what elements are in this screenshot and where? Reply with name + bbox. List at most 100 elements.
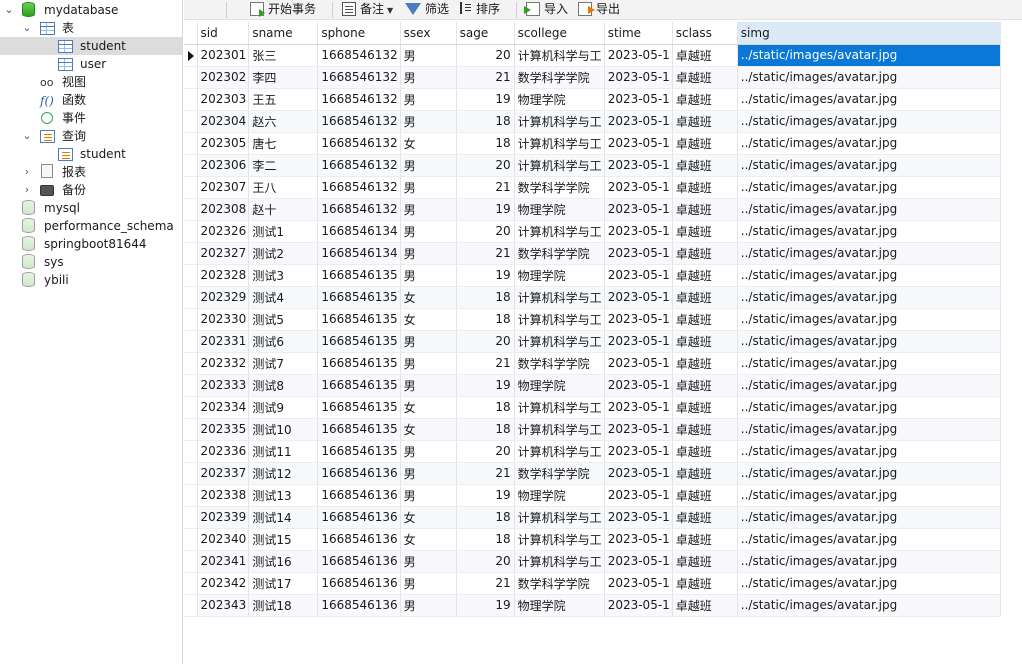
cell-scollege[interactable]: 计算机科学与工 <box>514 550 605 573</box>
cell-simg[interactable]: ../static/images/avatar.jpg <box>737 88 1001 111</box>
cell-sid[interactable]: 202337 <box>197 462 250 485</box>
row-indicator[interactable] <box>184 440 198 463</box>
cell-ssex[interactable]: 男 <box>400 462 457 485</box>
row-indicator[interactable] <box>184 242 198 265</box>
table-row[interactable]: 202338 测试13 1668546136 男 19 物理学院 2023-05-1 卓越班.… <box>184 484 1001 507</box>
row-indicator[interactable] <box>184 330 198 353</box>
cell-sname[interactable]: 测试3 <box>248 264 319 287</box>
tree-group-backups[interactable]: › 备份 <box>0 181 182 199</box>
cell-sphone[interactable]: 1668546135 <box>317 308 401 331</box>
cell-sage[interactable]: 19 <box>456 264 515 287</box>
row-indicator[interactable] <box>184 176 198 199</box>
row-indicator[interactable] <box>184 220 198 243</box>
cell-stime[interactable]: 2023-05-1 <box>604 110 673 133</box>
cell-simg[interactable]: ../static/images/avatar.jpg <box>737 66 1001 89</box>
row-indicator[interactable] <box>184 308 198 331</box>
cell-sphone[interactable]: 1668546135 <box>317 264 401 287</box>
cell-sphone[interactable]: 1668546136 <box>317 572 401 595</box>
cell-sage[interactable]: 20 <box>456 44 515 67</box>
table-row[interactable]: 202333 测试8 1668546135 男 19 物理学院 2023-05-1 卓越班..… <box>184 374 1001 397</box>
cell-stime[interactable]: 2023-05-1 <box>604 198 673 221</box>
cell-ssex[interactable]: 男 <box>400 176 457 199</box>
column-header-ssex[interactable]: ssex <box>400 22 457 45</box>
cell-sclass[interactable]: 卓越班 <box>672 154 738 177</box>
cell-scollege[interactable]: 数学科学学院 <box>514 242 605 265</box>
cell-scollege[interactable]: 物理学院 <box>514 374 605 397</box>
cell-scollege[interactable]: 计算机科学与工 <box>514 440 605 463</box>
cell-stime[interactable]: 2023-05-1 <box>604 506 673 529</box>
cell-sphone[interactable]: 1668546135 <box>317 418 401 441</box>
cell-simg[interactable]: ../static/images/avatar.jpg <box>737 154 1001 177</box>
column-header-sphone[interactable]: sphone <box>317 22 401 45</box>
cell-ssex[interactable]: 女 <box>400 528 457 551</box>
cell-sclass[interactable]: 卓越班 <box>672 462 738 485</box>
cell-sid[interactable]: 202308 <box>197 198 250 221</box>
tree-group-events[interactable]: 事件 <box>0 109 182 127</box>
cell-stime[interactable]: 2023-05-1 <box>604 220 673 243</box>
table-row[interactable]: 202332 测试7 1668546135 男 21 数学科学学院 2023-05-1 卓越班… <box>184 352 1001 375</box>
cell-simg[interactable]: ../static/images/avatar.jpg <box>737 308 1001 331</box>
cell-sname[interactable]: 测试6 <box>248 330 319 353</box>
cell-sphone[interactable]: 1668546135 <box>317 440 401 463</box>
cell-sphone[interactable]: 1668546132 <box>317 132 401 155</box>
cell-sname[interactable]: 测试2 <box>248 242 319 265</box>
cell-sname[interactable]: 测试9 <box>248 396 319 419</box>
import-button[interactable]: 导入 <box>524 0 568 20</box>
cell-stime[interactable]: 2023-05-1 <box>604 242 673 265</box>
cell-stime[interactable]: 2023-05-1 <box>604 550 673 573</box>
cell-simg[interactable]: ../static/images/avatar.jpg <box>737 572 1001 595</box>
cell-ssex[interactable]: 男 <box>400 572 457 595</box>
cell-sclass[interactable]: 卓越班 <box>672 66 738 89</box>
cell-sage[interactable]: 21 <box>456 572 515 595</box>
cell-sclass[interactable]: 卓越班 <box>672 308 738 331</box>
cell-ssex[interactable]: 男 <box>400 352 457 375</box>
row-indicator[interactable] <box>184 484 198 507</box>
cell-sage[interactable]: 20 <box>456 440 515 463</box>
cell-stime[interactable]: 2023-05-1 <box>604 572 673 595</box>
tree-db-sys[interactable]: sys <box>0 253 182 271</box>
cell-simg[interactable]: ../static/images/avatar.jpg <box>737 396 1001 419</box>
cell-simg[interactable]: ../static/images/avatar.jpg <box>737 176 1001 199</box>
cell-sclass[interactable]: 卓越班 <box>672 374 738 397</box>
table-row[interactable]: 202341 测试16 1668546136 男 20 计算机科学与工 2023-05-1 卓… <box>184 550 1001 573</box>
cell-simg[interactable]: ../static/images/avatar.jpg <box>737 110 1001 133</box>
table-row[interactable]: 202305 唐七 1668546132 女 18 计算机科学与工 2023-05-1 卓越班… <box>184 132 1001 155</box>
cell-sname[interactable]: 测试1 <box>248 220 319 243</box>
tree-db-ybili[interactable]: ybili <box>0 271 182 289</box>
tree-group-queries[interactable]: ⌄ 查询 <box>0 127 182 145</box>
table-row[interactable]: 202329 测试4 1668546135 女 18 计算机科学与工 2023-05-1 卓越… <box>184 286 1001 309</box>
cell-stime[interactable]: 2023-05-1 <box>604 352 673 375</box>
cell-sname[interactable]: 测试13 <box>248 484 319 507</box>
row-indicator[interactable] <box>184 506 198 529</box>
cell-sage[interactable]: 18 <box>456 418 515 441</box>
cell-stime[interactable]: 2023-05-1 <box>604 66 673 89</box>
cell-sid[interactable]: 202304 <box>197 110 250 133</box>
cell-sid[interactable]: 202326 <box>197 220 250 243</box>
row-indicator[interactable] <box>184 154 198 177</box>
cell-simg[interactable]: ../static/images/avatar.jpg <box>737 506 1001 529</box>
cell-simg[interactable]: ../static/images/avatar.jpg <box>737 440 1001 463</box>
collapse-arrow-icon[interactable]: ⌄ <box>21 127 33 145</box>
cell-stime[interactable]: 2023-05-1 <box>604 176 673 199</box>
data-grid[interactable]: sid sname sphone ssex sage scollege stime sclas… <box>184 22 1001 617</box>
row-indicator[interactable] <box>184 528 198 551</box>
cell-sid[interactable]: 202331 <box>197 330 250 353</box>
cell-stime[interactable]: 2023-05-1 <box>604 286 673 309</box>
cell-sage[interactable]: 19 <box>456 198 515 221</box>
cell-stime[interactable]: 2023-05-1 <box>604 528 673 551</box>
cell-sage[interactable]: 18 <box>456 308 515 331</box>
cell-simg[interactable]: ../static/images/avatar.jpg <box>737 374 1001 397</box>
cell-sage[interactable]: 21 <box>456 66 515 89</box>
cell-scollege[interactable]: 计算机科学与工 <box>514 110 605 133</box>
cell-sage[interactable]: 21 <box>456 462 515 485</box>
cell-simg[interactable]: ../static/images/avatar.jpg <box>737 286 1001 309</box>
cell-scollege[interactable]: 计算机科学与工 <box>514 506 605 529</box>
table-row[interactable]: 202308 赵十 1668546132 男 19 物理学院 2023-05-1 卓越班 ../… <box>184 198 1001 221</box>
cell-scollege[interactable]: 计算机科学与工 <box>514 396 605 419</box>
cell-sname[interactable]: 张三 <box>248 44 319 67</box>
table-row[interactable]: 202304 赵六 1668546132 男 18 计算机科学与工 2023-05-1 卓越班… <box>184 110 1001 133</box>
tree-item-user-table[interactable]: user <box>0 55 182 73</box>
cell-ssex[interactable]: 男 <box>400 154 457 177</box>
cell-stime[interactable]: 2023-05-1 <box>604 594 673 617</box>
table-row[interactable]: 202303 王五 1668546132 男 19 物理学院 2023-05-1 卓越班 ../… <box>184 88 1001 111</box>
